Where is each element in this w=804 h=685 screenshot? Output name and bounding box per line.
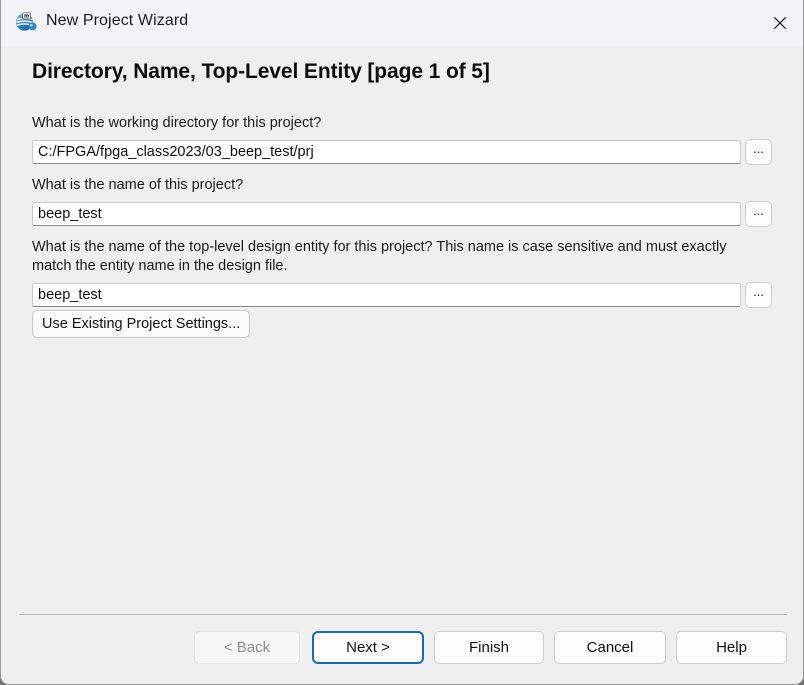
wizard-page-content: Directory, Name, Top-Level Entity [page … (1, 46, 803, 684)
finish-button[interactable]: Finish (434, 631, 544, 664)
next-button[interactable]: Next > (312, 631, 424, 664)
dialog-button-bar: < Back Next > Finish Cancel Help (1, 631, 803, 684)
page-title: Directory, Name, Top-Level Entity [page … (32, 60, 490, 83)
cancel-button[interactable]: Cancel (554, 631, 666, 664)
close-icon[interactable] (755, 0, 803, 45)
help-button[interactable]: Help (676, 631, 787, 664)
project-name-browse-button[interactable]: ... (745, 201, 772, 227)
project-name-label: What is the name of this project? (32, 177, 244, 193)
new-project-wizard-window: m New Project Wizard Directory, Name, To… (0, 0, 804, 685)
title-bar: m New Project Wizard (1, 0, 803, 46)
working-directory-browse-button[interactable]: ... (745, 139, 772, 165)
quartus-globe-icon: m (14, 10, 38, 34)
use-existing-project-settings-button[interactable]: Use Existing Project Settings... (32, 310, 251, 338)
working-directory-input[interactable] (32, 140, 741, 164)
window-title: New Project Wizard (46, 12, 189, 29)
top-level-entity-input[interactable] (32, 283, 741, 307)
svg-text:m: m (24, 14, 29, 20)
footer-divider (19, 614, 787, 615)
back-button[interactable]: < Back (194, 631, 300, 664)
top-level-entity-label: What is the name of the top-level design… (32, 239, 727, 274)
working-directory-label: What is the working directory for this p… (32, 115, 322, 131)
top-level-entity-browse-button[interactable]: ... (745, 282, 772, 308)
project-name-input[interactable] (32, 202, 741, 226)
